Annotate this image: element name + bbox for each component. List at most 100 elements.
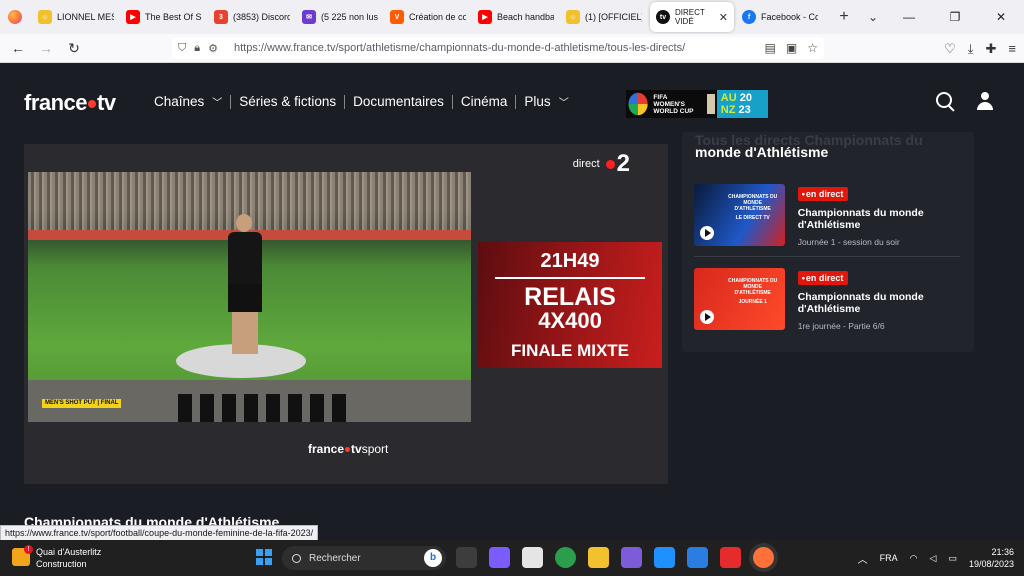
search-icon xyxy=(292,553,301,563)
tab-list-button[interactable]: ⌄ xyxy=(868,10,878,24)
promo-line-2: 4X400 xyxy=(538,308,602,333)
panel-title: Tous les directs Championnats du monde d… xyxy=(695,132,923,160)
new-tab-button[interactable]: + xyxy=(834,8,854,26)
francetv-page: france tv Chaînes ﹀ Séries & fictions Doc… xyxy=(0,64,1024,540)
volume-icon[interactable]: ◁ xyxy=(930,553,937,564)
maximize-button[interactable]: ❐ xyxy=(932,0,978,34)
tab-direct-video[interactable]: tv DIRECT VIDÉ LECTURE EN C ✕ xyxy=(650,2,734,32)
downloads-icon[interactable]: ⤓ xyxy=(968,41,974,57)
wwc-year-1: 20 xyxy=(739,92,752,104)
tab-lionnel[interactable]: ☺ LIONNEL MES xyxy=(32,2,120,32)
womens-world-cup-banner[interactable]: FIFA WOMEN'S WORLD CUP AU 20 NZ 23 xyxy=(626,90,768,118)
lock-icon[interactable]: 🔒︎ xyxy=(194,42,200,55)
nav-plus[interactable]: Plus ﹀ xyxy=(516,94,576,109)
tab-facebook[interactable]: f Facebook - Co xyxy=(736,2,824,32)
channel-prefix: direct xyxy=(572,158,600,170)
nav-label: Plus xyxy=(524,94,551,109)
tab-label: The Best Of S xyxy=(145,12,202,22)
video-frame[interactable]: MEN'S SHOT PUT | FINAL xyxy=(28,172,471,422)
chevron-up-icon[interactable]: ︿ xyxy=(858,551,868,566)
mail-icon[interactable] xyxy=(687,547,708,568)
weather-widget[interactable]: Quai d'Austerlitz Construction xyxy=(12,545,101,570)
close-tab-icon[interactable]: ✕ xyxy=(719,11,728,24)
traffic-alert-icon xyxy=(12,545,33,566)
extensions-icon[interactable]: ✚ xyxy=(986,41,997,57)
tab-discord[interactable]: 3 (3853) Discord xyxy=(208,2,296,32)
forward-button[interactable]: → xyxy=(32,36,60,60)
tab-best-of[interactable]: ▶ The Best Of S xyxy=(120,2,208,32)
firefox-taskbar-icon[interactable] xyxy=(753,547,774,568)
nav-series[interactable]: Séries & fictions xyxy=(231,94,344,109)
brand-france: france xyxy=(308,442,345,456)
weather-subtitle: Construction xyxy=(36,559,87,569)
nav-documentaires[interactable]: Documentaires xyxy=(345,94,452,109)
nav-chaines[interactable]: Chaînes ﹀ xyxy=(154,94,230,109)
francetv-sport-logo: france tvsport xyxy=(308,442,388,456)
reader-view-icon[interactable]: ▤ xyxy=(765,41,776,55)
wifi-icon[interactable]: ◠ xyxy=(910,553,918,564)
url-text[interactable]: https://www.france.tv/sport/athletisme/c… xyxy=(234,42,685,54)
battery-icon[interactable]: ▭ xyxy=(948,553,957,564)
clock[interactable]: 21:36 19/08/2023 xyxy=(969,546,1014,570)
menu-icon[interactable]: ≡ xyxy=(1008,41,1016,56)
back-button[interactable]: ← xyxy=(4,36,32,60)
tab-creation[interactable]: V Création de co xyxy=(384,2,472,32)
promo-card: 21H49 RELAIS 4X400 FINALE MIXTE xyxy=(478,242,662,368)
live-card[interactable]: CHAMPIONNATS DU MONDE D'ATHLÉTISME LE DI… xyxy=(694,184,960,254)
video-player[interactable]: direct 2 MEN'S SHOT PUT | FINAL 21H49 RE… xyxy=(24,144,668,484)
play-icon[interactable] xyxy=(700,226,714,240)
card-subtitle: Journée 1 - session du soir xyxy=(797,237,900,247)
search-icon[interactable] xyxy=(936,92,954,110)
store-icon[interactable] xyxy=(522,547,543,568)
promo-time: 21H49 xyxy=(540,250,600,272)
shield-icon[interactable]: ⛉ xyxy=(178,42,186,55)
mytf1-icon[interactable] xyxy=(654,547,675,568)
thumb-caption-text: CHAMPIONNATS DU MONDE D'ATHLÉTISME xyxy=(728,278,778,296)
tab-label: (5 225 non lus xyxy=(321,12,378,22)
live-card[interactable]: CHAMPIONNATS DU MONDE D'ATHLÉTISME JOURN… xyxy=(694,268,960,338)
firefox-icon[interactable] xyxy=(8,10,22,24)
card-thumbnail[interactable]: CHAMPIONNATS DU MONDE D'ATHLÉTISME LE DI… xyxy=(694,184,785,246)
francetv-logo[interactable]: france tv xyxy=(24,90,116,116)
brand-sport: sport xyxy=(361,442,389,456)
smiley-icon: ☺ xyxy=(38,10,52,24)
bookmark-star-icon[interactable]: ☆ xyxy=(807,41,818,55)
start-button[interactable] xyxy=(256,549,272,565)
play-icon[interactable] xyxy=(700,310,714,324)
clock-time: 21:36 xyxy=(991,547,1014,557)
card-title[interactable]: Championnats du monde d'Athlétisme xyxy=(798,207,960,231)
search-placeholder: Rechercher xyxy=(309,552,361,564)
tlc-icon[interactable] xyxy=(720,547,741,568)
pocket-icon[interactable]: ♡ xyxy=(944,41,956,57)
file-explorer-icon[interactable] xyxy=(588,547,609,568)
pip-icon[interactable]: ▣ xyxy=(786,41,797,55)
live-badge: en direct xyxy=(797,271,849,285)
task-view-icon[interactable] xyxy=(456,547,477,568)
system-tray: ︿ FRA ◠ ◁ ▭ 21:36 19/08/2023 xyxy=(858,540,1014,576)
panel-title-ghost: Tous les directs Championnats du xyxy=(695,132,923,148)
chat-icon[interactable] xyxy=(489,547,510,568)
address-bar[interactable]: ⛉ 🔒︎ ⚙ https://www.france.tv/sport/athle… xyxy=(172,37,824,59)
card-title[interactable]: Championnats du monde d'Athlétisme xyxy=(798,291,960,315)
tab-mail[interactable]: ✉ (5 225 non lus xyxy=(296,2,384,32)
nav-cinema[interactable]: Cinéma xyxy=(453,94,516,109)
brand-tv: tv xyxy=(351,442,362,456)
windows-taskbar: Quai d'Austerlitz Construction Recherche… xyxy=(0,540,1024,576)
reload-button[interactable]: ↻ xyxy=(60,36,88,60)
card-thumbnail[interactable]: CHAMPIONNATS DU MONDE D'ATHLÉTISME JOURN… xyxy=(694,268,785,330)
tab-beach-handball[interactable]: ▶ Beach handba xyxy=(472,2,560,32)
card-subtitle: 1re journée - Partie 6/6 xyxy=(797,321,885,331)
thumb-caption: CHAMPIONNATS DU MONDE D'ATHLÉTISME LE DI… xyxy=(727,194,779,221)
language-indicator[interactable]: FRA xyxy=(880,553,898,563)
tab-officiel[interactable]: ☺ (1) [OFFICIEL] xyxy=(560,2,648,32)
athlete-body xyxy=(228,232,262,292)
close-window-button[interactable]: ✕ xyxy=(978,0,1024,34)
bing-icon[interactable]: b xyxy=(424,549,442,567)
power-automate-icon[interactable] xyxy=(621,547,642,568)
taskbar-search[interactable]: Rechercher b xyxy=(282,546,446,570)
edge-icon[interactable] xyxy=(555,547,576,568)
user-account-icon[interactable] xyxy=(976,92,994,110)
nav-label: Chaînes xyxy=(154,94,205,109)
minimize-button[interactable]: — xyxy=(886,0,932,34)
permissions-icon[interactable]: ⚙ xyxy=(208,42,218,55)
